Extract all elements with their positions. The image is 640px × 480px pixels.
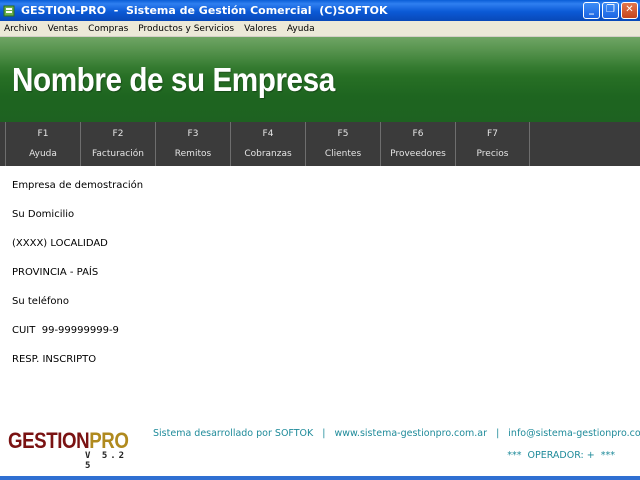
window-controls: _ ❐ ✕ xyxy=(583,2,638,19)
window-title: GESTION-PRO - Sistema de Gestión Comerci… xyxy=(21,4,388,17)
fkey-label: Proveedores xyxy=(390,149,446,159)
fkey-label: Precios xyxy=(476,149,509,159)
version-label: V 5.2 5 xyxy=(85,451,128,471)
menu-compras[interactable]: Compras xyxy=(83,24,133,34)
footer-credits: Sistema desarrollado por SOFTOK | www.si… xyxy=(153,428,640,439)
fkey-cobranzas-button[interactable]: F4 Cobranzas xyxy=(230,122,305,166)
menu-bar: Archivo Ventas Compras Productos y Servi… xyxy=(0,21,640,37)
title-bar[interactable]: GESTION-PRO - Sistema de Gestión Comerci… xyxy=(0,0,640,21)
developed-by-text: Sistema desarrollado por SOFTOK xyxy=(153,428,314,439)
fkey-proveedores-button[interactable]: F6 Proveedores xyxy=(380,122,455,166)
company-locality: (XXXX) LOCALIDAD xyxy=(12,238,108,249)
company-phone: Su teléfono xyxy=(12,296,69,307)
fkey-key: F6 xyxy=(412,129,424,139)
fkey-ayuda-button[interactable]: F1 Ayuda xyxy=(5,122,80,166)
company-tax-status: RESP. INSCRIPTO xyxy=(12,354,97,365)
function-key-toolbar: F1 Ayuda F2 Facturación F3 Remitos F4 Co… xyxy=(0,122,640,166)
menu-productos-servicios[interactable]: Productos y Servicios xyxy=(133,24,239,34)
company-banner: Nombre de su Empresa xyxy=(0,37,640,122)
logo-part-pro: PRO xyxy=(89,428,129,453)
fkey-key: F4 xyxy=(262,129,274,139)
fkey-label: Clientes xyxy=(324,149,362,159)
separator: | xyxy=(322,428,326,439)
fkey-clientes-button[interactable]: F5 Clientes xyxy=(305,122,380,166)
email-link[interactable]: info@sistema-gestionpro.com.ar xyxy=(508,428,640,439)
company-info-panel: Empresa de demostración Su Domicilio (XX… xyxy=(12,180,143,383)
fkey-remitos-button[interactable]: F3 Remitos xyxy=(155,122,230,166)
fkey-facturacion-button[interactable]: F2 Facturación xyxy=(80,122,155,166)
logo-part-gestion: GESTION xyxy=(8,428,90,453)
operator-status: *** OPERADOR: + *** xyxy=(507,450,615,461)
gestionpro-logo: GESTIONPRO V 5.2 5 xyxy=(8,428,138,472)
menu-ayuda[interactable]: Ayuda xyxy=(282,24,320,34)
minimize-button[interactable]: _ xyxy=(583,2,600,19)
fkey-label: Remitos xyxy=(174,149,212,159)
company-province: PROVINCIA - PAÍS xyxy=(12,267,99,278)
website-link[interactable]: www.sistema-gestionpro.com.ar xyxy=(335,428,488,439)
window-bottom-border xyxy=(0,476,640,480)
fkey-key: F1 xyxy=(37,129,49,139)
company-name-heading: Nombre de su Empresa xyxy=(12,61,335,98)
fkey-label: Ayuda xyxy=(29,149,57,159)
company-address: Su Domicilio xyxy=(12,209,75,220)
fkey-label: Facturación xyxy=(92,149,144,159)
menu-valores[interactable]: Valores xyxy=(239,24,282,34)
fkey-key: F5 xyxy=(337,129,349,139)
menu-ventas[interactable]: Ventas xyxy=(43,24,83,34)
restore-button[interactable]: ❐ xyxy=(602,2,619,19)
menu-archivo[interactable]: Archivo xyxy=(0,24,43,34)
separator: | xyxy=(496,428,500,439)
company-cuit: CUIT 99-99999999-9 xyxy=(12,325,119,336)
app-icon xyxy=(3,5,15,16)
logo-wordmark: GESTIONPRO xyxy=(8,428,129,453)
fkey-key: F2 xyxy=(112,129,124,139)
fkey-key: F7 xyxy=(487,129,498,139)
close-button[interactable]: ✕ xyxy=(621,2,638,19)
company-name: Empresa de demostración xyxy=(12,180,144,191)
fkey-label: Cobranzas xyxy=(244,149,292,159)
fkey-key: F3 xyxy=(187,129,199,139)
fkey-precios-button[interactable]: F7 Precios xyxy=(455,122,530,166)
